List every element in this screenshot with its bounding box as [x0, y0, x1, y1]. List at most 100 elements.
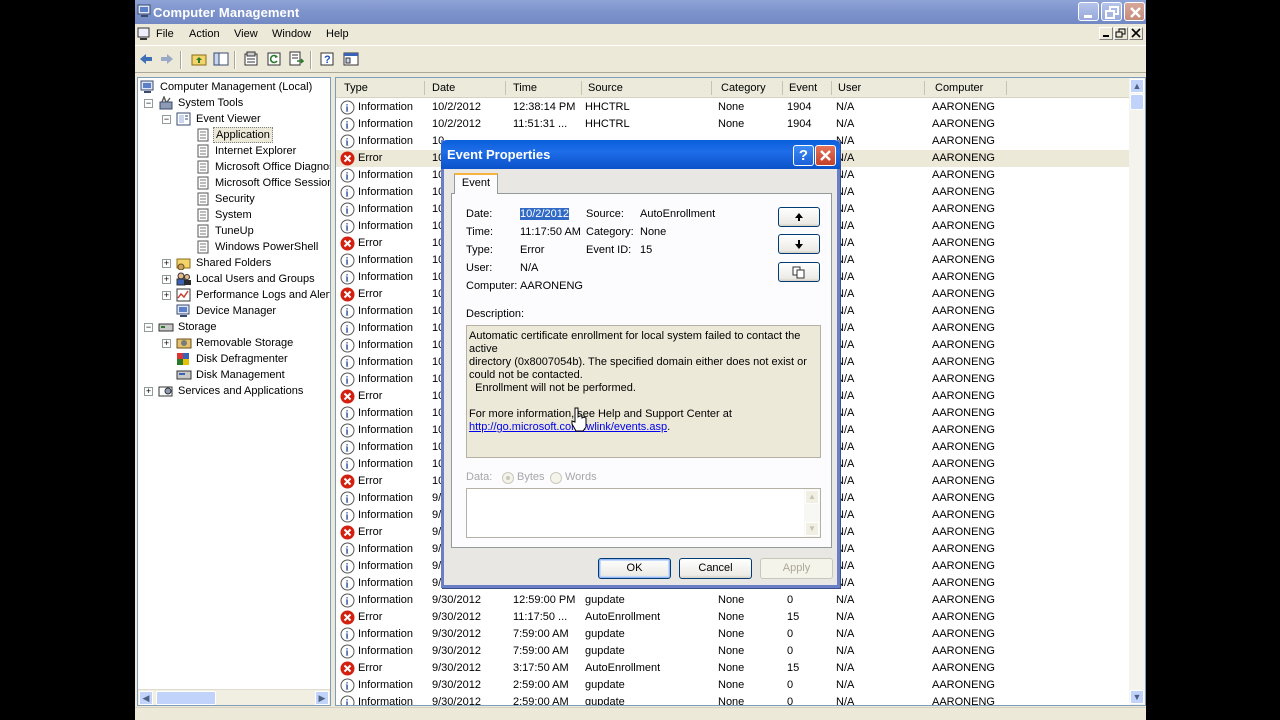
console-icon[interactable]	[343, 51, 359, 67]
column-divider[interactable]	[1006, 81, 1007, 95]
table-row[interactable]: i Information 9/30/2012 12:59:00 PM gupdate N…	[336, 592, 1131, 609]
data-scrollbar[interactable]: ▲ ▼	[804, 489, 820, 537]
column-date[interactable]: Date	[432, 82, 455, 94]
svg-text:i: i	[346, 342, 349, 353]
properties-icon[interactable]	[243, 51, 259, 67]
close-button[interactable]	[1124, 2, 1145, 21]
minimize-button[interactable]	[1078, 2, 1099, 21]
child-close-button[interactable]	[1129, 27, 1143, 40]
svg-text:i: i	[346, 427, 349, 438]
menu-action[interactable]: Action	[189, 28, 220, 40]
table-row[interactable]: i Information 9/30/2012 7:59:00 AM gupdate No…	[336, 643, 1131, 660]
table-row[interactable]: Error 9/30/2012 3:17:50 AM AutoEnrollment No…	[336, 660, 1131, 677]
expand-toggle[interactable]: +	[162, 275, 171, 284]
type-value[interactable]: Error	[520, 244, 544, 256]
dialog-title-bar[interactable]: Event Properties ?	[441, 140, 840, 169]
child-restore-button[interactable]	[1114, 27, 1128, 40]
data-box[interactable]: ▲ ▼	[466, 488, 821, 538]
refresh-icon[interactable]	[266, 51, 282, 67]
time-value[interactable]: 11:17:50 AM	[520, 226, 581, 238]
event-id-value[interactable]: 15	[640, 244, 652, 256]
column-time[interactable]: Time	[513, 82, 537, 94]
title-bar[interactable]: Computer Management	[135, 0, 1146, 24]
date-value[interactable]: 10/2/2012	[520, 208, 569, 220]
console-window-icon[interactable]	[137, 27, 151, 41]
scroll-up-button[interactable]: ▲	[1130, 79, 1144, 93]
expand-toggle[interactable]: +	[144, 387, 153, 396]
time-label: Time:	[466, 226, 494, 238]
column-divider[interactable]	[711, 81, 712, 95]
svg-text:i: i	[346, 563, 349, 574]
table-row[interactable]: i Information 10/2/2012 12:38:14 PM HHCTRL No…	[336, 99, 1131, 116]
tree-horizontal-scrollbar[interactable]: ◀ ▶	[138, 689, 330, 705]
collapse-toggle[interactable]: −	[144, 99, 153, 108]
cell-computer: AARONENG	[932, 390, 995, 402]
bytes-radio[interactable]	[502, 472, 514, 484]
scroll-left-button[interactable]: ◀	[139, 691, 153, 705]
column-computer[interactable]: Computer	[935, 82, 983, 94]
column-divider[interactable]	[505, 81, 506, 95]
menu-view[interactable]: View	[234, 28, 258, 40]
scroll-down-button[interactable]: ▼	[1130, 690, 1144, 704]
user-value[interactable]: N/A	[520, 262, 538, 274]
scroll-right-button[interactable]: ▶	[315, 691, 329, 705]
information-icon: i	[340, 117, 355, 132]
ok-button[interactable]: OK	[598, 558, 671, 579]
information-icon: i	[340, 372, 355, 387]
cell-computer: AARONENG	[932, 662, 995, 674]
column-type[interactable]: Type	[344, 82, 368, 94]
computer-value[interactable]: AARONENG	[520, 280, 583, 292]
column-divider[interactable]	[831, 81, 832, 95]
type-label: Type:	[466, 244, 493, 256]
scroll-thumb[interactable]	[1130, 94, 1144, 110]
column-divider[interactable]	[782, 81, 783, 95]
restore-button[interactable]	[1101, 2, 1122, 21]
source-value[interactable]: AutoEnrollment	[640, 208, 715, 220]
column-source[interactable]: Source	[588, 82, 623, 94]
dialog-close-button[interactable]	[815, 145, 836, 166]
forward-icon[interactable]	[159, 51, 175, 67]
table-row[interactable]: i Information 10/2/2012 11:51:31 ... HHCTRL N…	[336, 116, 1131, 133]
table-row[interactable]: i Information 9/30/2012 2:59:00 AM gupdate No…	[336, 694, 1131, 705]
child-minimize-button[interactable]	[1099, 27, 1113, 40]
cell-event: 15	[787, 662, 800, 674]
up-folder-icon[interactable]	[191, 51, 207, 67]
list-vertical-scrollbar[interactable]: ▲ ▼	[1129, 78, 1145, 705]
column-category[interactable]: Category	[721, 82, 766, 94]
help-icon[interactable]: ?	[320, 51, 336, 67]
cell-source: gupdate	[585, 645, 625, 657]
menu-file[interactable]: File	[156, 28, 174, 40]
expand-toggle[interactable]: +	[162, 291, 171, 300]
column-divider[interactable]	[424, 81, 425, 95]
scroll-down-button[interactable]: ▼	[805, 522, 819, 536]
dialog-help-button[interactable]: ?	[793, 145, 814, 166]
tab-event[interactable]: Event	[454, 173, 498, 194]
menu-help[interactable]: Help	[326, 28, 349, 40]
description-box[interactable]: Automatic certificate enrollment for loc…	[466, 325, 821, 458]
expand-toggle[interactable]: +	[162, 259, 171, 268]
table-row[interactable]: i Information 9/30/2012 2:59:00 AM gupdate No…	[336, 677, 1131, 694]
back-icon[interactable]	[138, 51, 154, 67]
cell-type: Information	[358, 492, 414, 504]
words-radio[interactable]	[550, 472, 562, 484]
category-value[interactable]: None	[640, 226, 666, 238]
table-row[interactable]: i Information 9/30/2012 7:59:00 AM gupdate No…	[336, 626, 1131, 643]
copy-event-button[interactable]	[778, 262, 820, 282]
column-event[interactable]: Event	[789, 82, 817, 94]
table-row[interactable]: Error 9/30/2012 11:17:50 ... AutoEnrollment…	[336, 609, 1131, 626]
collapse-toggle[interactable]: −	[162, 115, 171, 124]
export-list-icon[interactable]	[288, 51, 304, 67]
menu-window[interactable]: Window	[272, 28, 311, 40]
collapse-toggle[interactable]: −	[144, 323, 153, 332]
cancel-button[interactable]: Cancel	[679, 558, 752, 579]
column-divider[interactable]	[581, 81, 582, 95]
scroll-up-button[interactable]: ▲	[805, 490, 819, 504]
next-event-button[interactable]	[778, 234, 820, 254]
show-hide-tree-icon[interactable]	[213, 51, 229, 67]
apply-button[interactable]: Apply	[760, 558, 833, 579]
expand-toggle[interactable]: +	[162, 339, 171, 348]
column-user[interactable]: User	[838, 82, 861, 94]
scroll-thumb[interactable]	[156, 691, 216, 705]
previous-event-button[interactable]	[778, 207, 820, 227]
column-divider[interactable]	[924, 81, 925, 95]
